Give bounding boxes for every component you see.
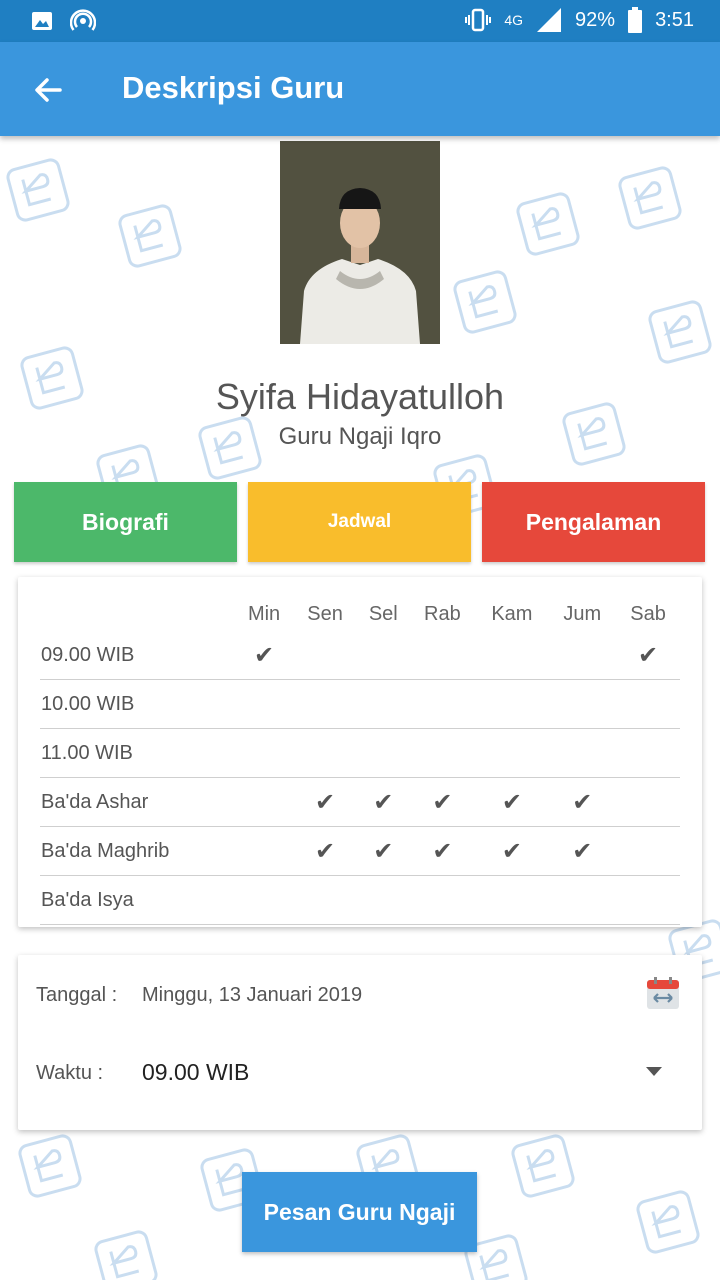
arrow-left-icon[interactable] (30, 72, 66, 108)
check-icon: ✔ (409, 826, 476, 876)
day-header: Kam (491, 602, 533, 625)
schedule-cell (475, 631, 549, 680)
check-icon: ✔ (357, 826, 410, 876)
schedule-cell (235, 777, 294, 827)
schedule-cell (616, 777, 680, 827)
booking-card: Tanggal : Minggu, 13 Januari 2019 Waktu … (18, 955, 702, 1130)
tab-jadwal[interactable]: Jadwal (248, 482, 471, 562)
schedule-time: Ba'da Ashar (40, 777, 235, 827)
day-header: Min (247, 602, 281, 625)
caret-down-icon (646, 1067, 662, 1076)
time-dropdown[interactable]: 09.00 WIB (142, 1053, 662, 1093)
network-type: 4G (504, 12, 524, 28)
schedule-row: 11.00 WIB (40, 728, 680, 778)
schedule-cell (548, 728, 617, 778)
day-header: Sel (368, 602, 398, 625)
check-icon: ✔ (475, 826, 549, 876)
schedule-time: Ba'da Maghrib (40, 826, 235, 876)
schedule-cell (475, 728, 549, 778)
check-icon: ✔ (548, 777, 617, 827)
signal-icon (537, 8, 562, 32)
battery-icon (628, 7, 643, 33)
schedule-cell (357, 728, 410, 778)
schedule-time: 11.00 WIB (40, 728, 235, 778)
schedule-row: Ba'da Isya (40, 875, 680, 925)
schedule-row: Ba'da Ashar ✔ ✔ ✔ ✔ ✔ (40, 777, 680, 827)
schedule-cell (409, 631, 476, 680)
page-title: Deskripsi Guru (122, 70, 345, 105)
hotspot-icon (70, 9, 96, 31)
schedule-cell (293, 728, 358, 778)
day-header: Rab (424, 602, 461, 625)
day-header: Jum (563, 602, 602, 625)
schedule-cell (293, 679, 358, 729)
schedule-cell (475, 679, 549, 729)
day-header: Sen (307, 602, 343, 625)
image-icon (32, 12, 52, 30)
clock: 3:51 (655, 8, 694, 31)
schedule-time: 10.00 WIB (40, 679, 235, 729)
schedule-corner (40, 597, 235, 631)
time-dropdown-value: 09.00 WIB (142, 1059, 250, 1085)
schedule-cell (409, 679, 476, 729)
schedule-table: Min Sen Sel Rab Kam Jum Sab 09.00 WIB ✔ ✔ 1… (40, 597, 680, 925)
check-icon: ✔ (409, 777, 476, 827)
tab-biografi[interactable]: Biografi (14, 482, 237, 562)
schedule-cell (235, 679, 294, 729)
schedule-cell (357, 631, 410, 680)
schedule-row: Ba'da Maghrib ✔ ✔ ✔ ✔ ✔ (40, 826, 680, 876)
order-teacher-button[interactable]: Pesan Guru Ngaji (242, 1172, 477, 1252)
schedule-cell (616, 728, 680, 778)
schedule-cell (409, 728, 476, 778)
check-icon: ✔ (548, 826, 617, 876)
schedule-cell (235, 826, 294, 876)
app-bar: Deskripsi Guru (0, 42, 720, 136)
teacher-name: Syifa Hidayatulloh (215, 376, 505, 417)
check-icon: ✔ (357, 777, 410, 827)
schedule-cell (293, 875, 358, 925)
schedule-cell (475, 875, 549, 925)
teacher-photo (280, 141, 440, 344)
day-header: Sab (630, 602, 666, 625)
schedule-cell (548, 875, 617, 925)
schedule-cell (357, 679, 410, 729)
schedule-cell (293, 631, 358, 680)
schedule-cell (616, 826, 680, 876)
check-icon: ✔ (293, 777, 358, 827)
schedule-row: 09.00 WIB ✔ ✔ (40, 631, 680, 680)
tab-pengalaman[interactable]: Pengalaman (482, 482, 705, 562)
schedule-cell (235, 728, 294, 778)
status-bar: 4G 92% 3:51 (0, 0, 720, 42)
vibrate-icon (465, 8, 492, 32)
schedule-cell (548, 679, 617, 729)
schedule-time: Ba'da Isya (40, 875, 235, 925)
check-icon: ✔ (616, 631, 680, 680)
schedule-time: 09.00 WIB (40, 631, 235, 680)
calendar-icon[interactable] (646, 976, 680, 1010)
schedule-cell (409, 875, 476, 925)
schedule-cell (357, 875, 410, 925)
schedule-cell (616, 875, 680, 925)
schedule-cell (235, 875, 294, 925)
schedule-row: 10.00 WIB (40, 679, 680, 729)
check-icon: ✔ (293, 826, 358, 876)
schedule-card: Min Sen Sel Rab Kam Jum Sab 09.00 WIB ✔ ✔ 1… (18, 577, 702, 927)
date-value: Minggu, 13 Januari 2019 (142, 984, 363, 1006)
schedule-cell (548, 631, 617, 680)
date-label: Tanggal : (36, 984, 118, 1006)
schedule-cell (616, 679, 680, 729)
check-icon: ✔ (235, 631, 294, 680)
schedule-header-row: Min Sen Sel Rab Kam Jum Sab (40, 597, 680, 631)
check-icon: ✔ (475, 777, 549, 827)
time-label: Waktu : (36, 1062, 104, 1084)
battery-percent: 92% (575, 8, 616, 31)
teacher-role: Guru Ngaji Iqro (278, 423, 442, 450)
